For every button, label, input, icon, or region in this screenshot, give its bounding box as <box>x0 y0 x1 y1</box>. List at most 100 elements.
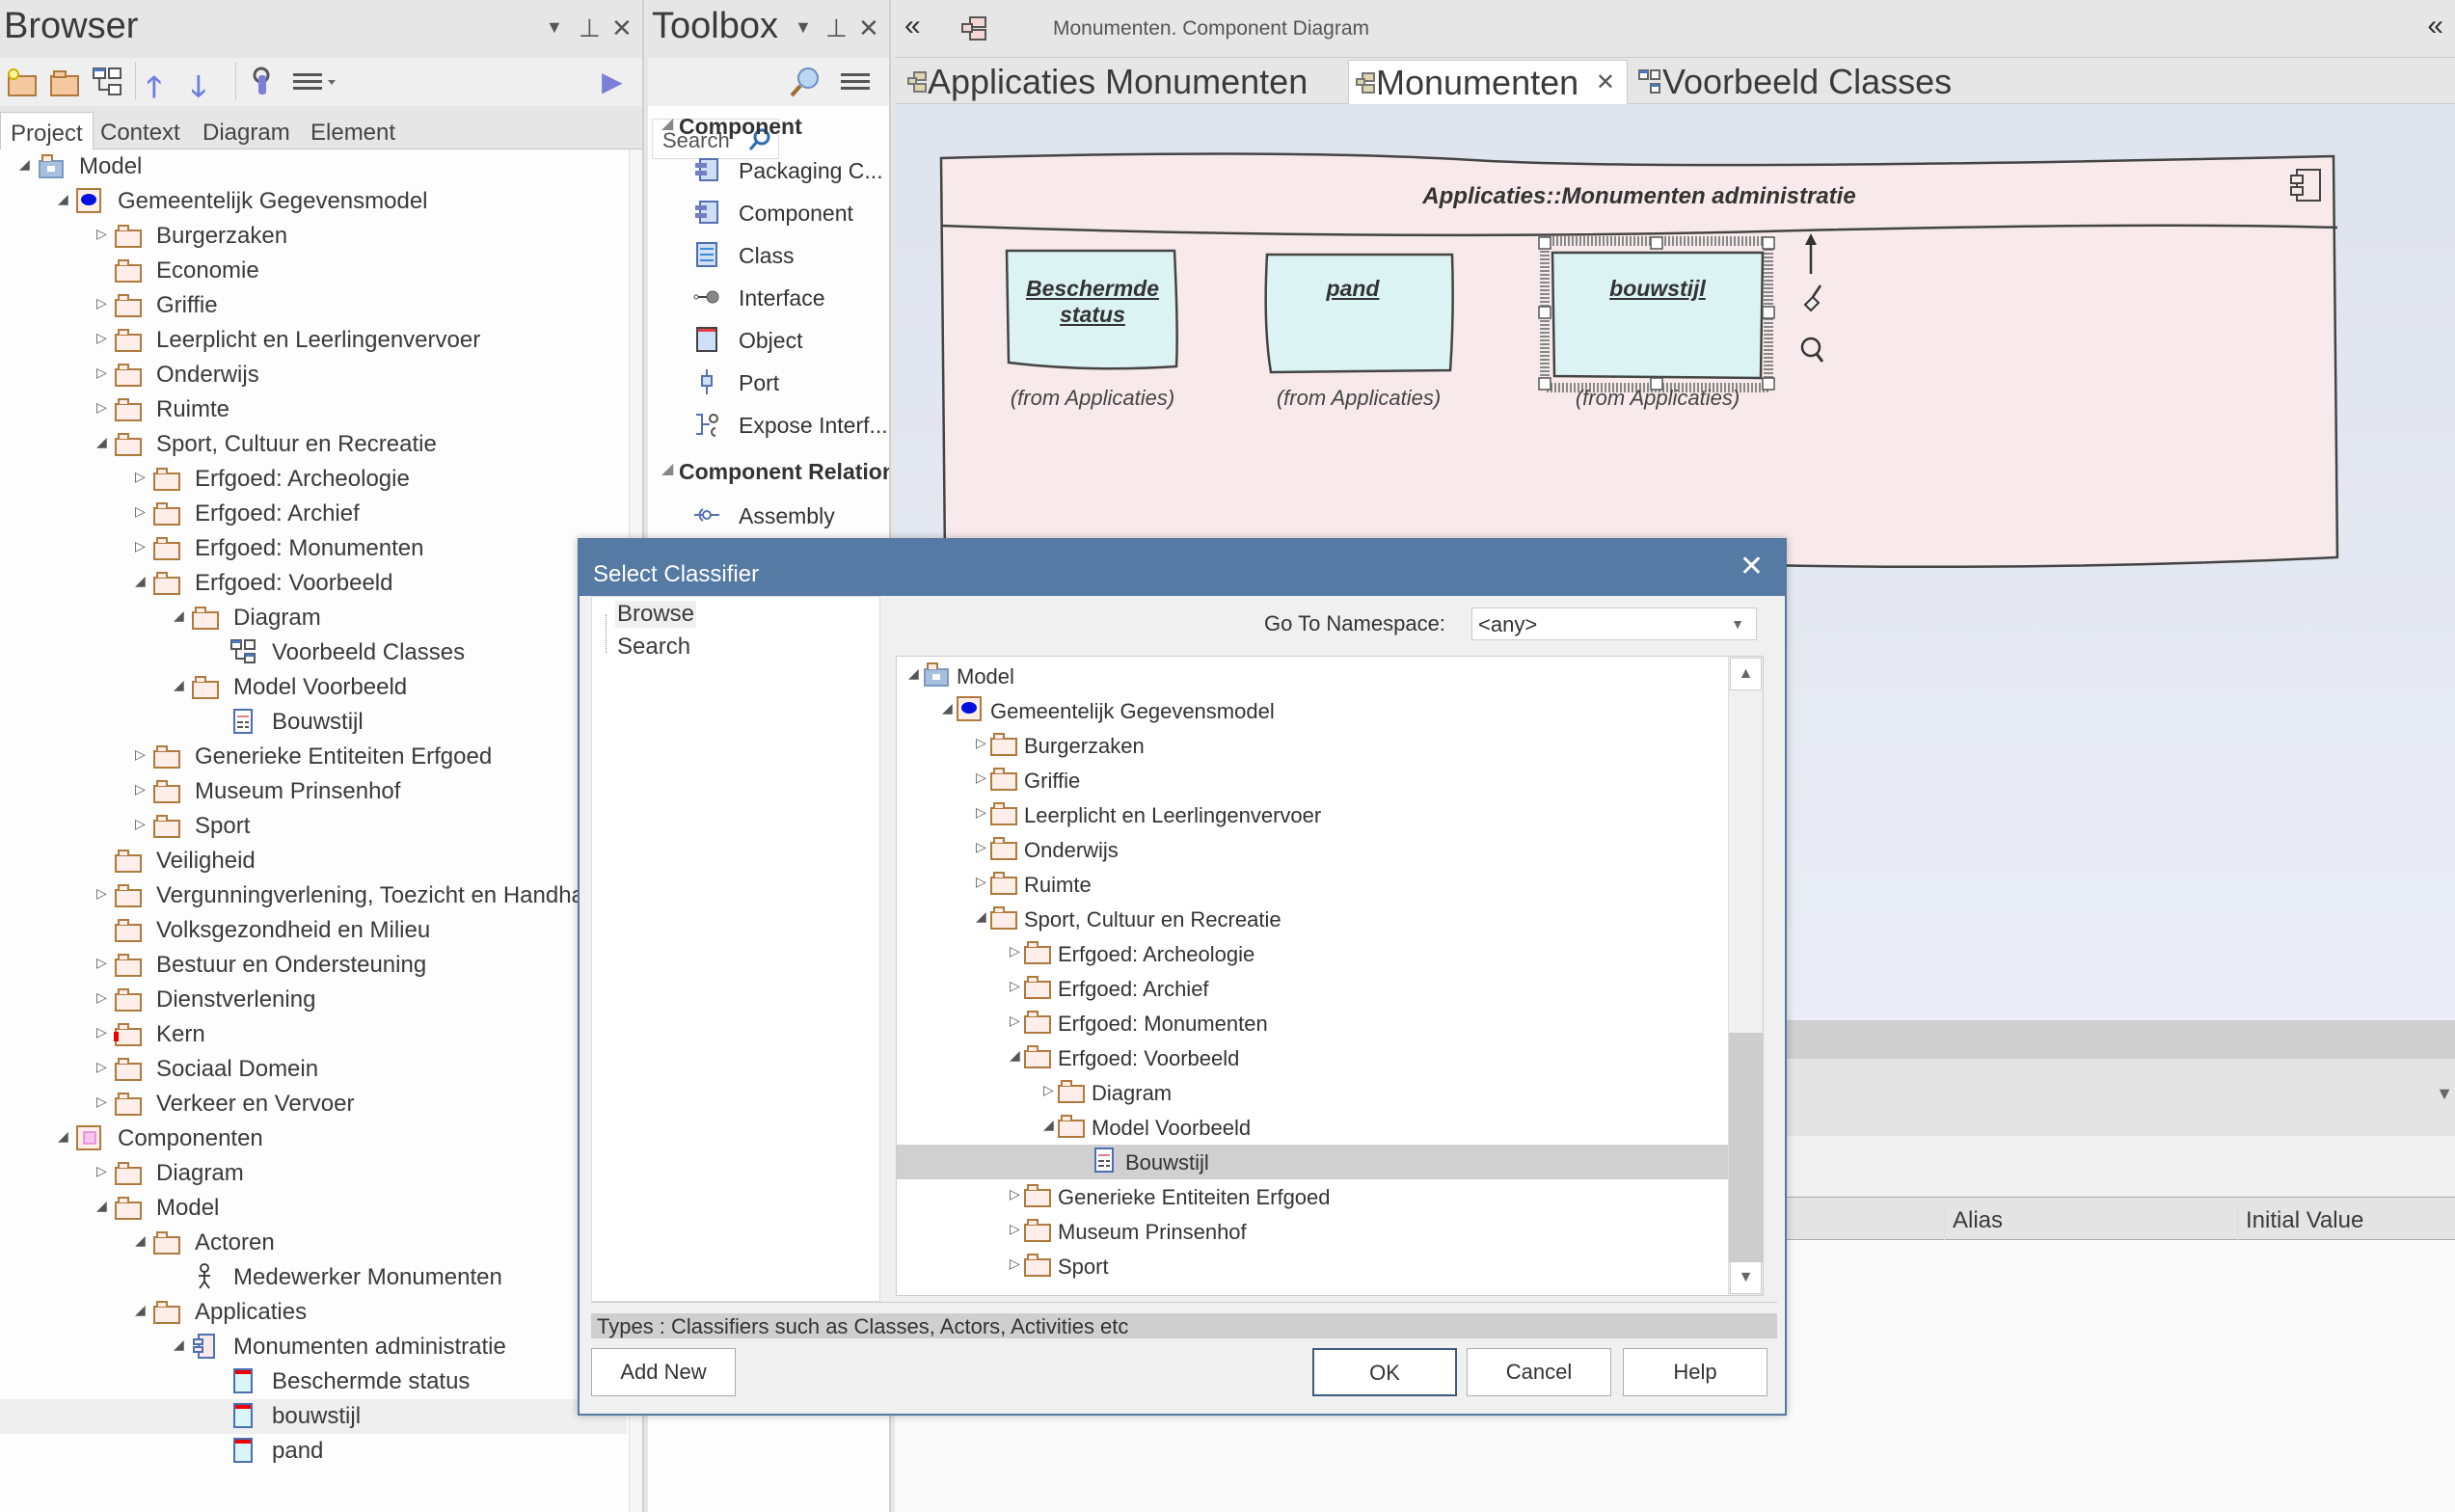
expand-icon[interactable]: ▷ <box>96 886 110 900</box>
tree-item[interactable]: ▷ Dienstverlening <box>0 983 627 1017</box>
tree-item[interactable]: ◢ Monumenten administratie <box>0 1330 627 1364</box>
find-icon[interactable] <box>789 66 822 98</box>
expand-icon[interactable]: ▷ <box>976 736 989 749</box>
tab-project[interactable]: Project <box>0 112 94 149</box>
collapse-icon[interactable]: ◢ <box>135 574 148 587</box>
expand-icon[interactable]: ▷ <box>96 1060 110 1073</box>
classifier-tree-item[interactable]: ▷ Erfgoed: Archief <box>897 971 1728 1006</box>
tree-item[interactable]: ◢ Model Voorbeeld <box>0 670 627 705</box>
expand-icon[interactable]: ▷ <box>135 539 148 553</box>
classifier-tree-item[interactable]: ▷ Griffie <box>897 763 1728 797</box>
tree-item[interactable]: ▷ Erfgoed: Monumenten <box>0 531 627 566</box>
tree-item[interactable]: ▷ Burgerzaken <box>0 219 627 254</box>
toolbox-item[interactable]: Class <box>648 237 889 276</box>
collapse-icon[interactable]: ◢ <box>1043 1118 1057 1131</box>
tree-item[interactable]: Bouwstijl <box>0 705 627 740</box>
collapse-icon[interactable]: ◢ <box>174 608 187 622</box>
pin-icon[interactable]: ⊥ <box>825 14 848 43</box>
classifier-tree-item[interactable]: ◢ Sport, Cultuur en Recreatie <box>897 902 1728 936</box>
tree-item[interactable]: ▷ Verkeer en Vervoer <box>0 1087 627 1121</box>
collapse-icon[interactable]: ◢ <box>661 114 673 133</box>
expand-icon[interactable]: ▷ <box>96 1164 110 1177</box>
collapse-icon[interactable]: ◢ <box>135 1233 148 1247</box>
expand-icon[interactable]: ▷ <box>135 817 148 830</box>
toolbox-item[interactable]: Object <box>648 322 889 361</box>
panel-menu-dropdown-icon[interactable]: ▼ <box>795 17 812 38</box>
collapse-icon[interactable]: ◢ <box>174 678 187 691</box>
toolbox-item[interactable]: Port <box>648 364 889 403</box>
dropdown-icon[interactable]: ▼ <box>2436 1084 2453 1104</box>
locate-icon[interactable] <box>247 66 280 98</box>
object-name[interactable]: Beschermde status <box>991 276 1194 328</box>
add-new-button[interactable]: Add New <box>591 1348 736 1396</box>
tree-item[interactable]: Veiligheid <box>0 844 627 878</box>
expand-icon[interactable]: ▷ <box>96 365 110 379</box>
tree-item[interactable]: ▷ Ruimte <box>0 392 627 427</box>
tree-item[interactable]: pand <box>0 1434 627 1469</box>
tab-element[interactable]: Element <box>301 112 405 149</box>
expand-toolbar-icon[interactable]: ▶ <box>602 66 634 98</box>
classifier-tree-item[interactable]: ◢ Model Voorbeeld <box>897 1110 1728 1145</box>
expand-icon[interactable]: ▷ <box>1010 1222 1023 1235</box>
tree-item[interactable]: ◢ Componenten <box>0 1121 627 1156</box>
tree-item[interactable]: ▷ Bestuur en Ondersteuning <box>0 948 627 983</box>
collapse-icon[interactable]: ◢ <box>96 435 110 448</box>
collapse-icon[interactable]: ◢ <box>661 459 673 478</box>
tree-item[interactable]: ▷ Museum Prinsenhof <box>0 774 627 809</box>
cancel-button[interactable]: Cancel <box>1467 1348 1611 1396</box>
move-down-icon[interactable]: 🡓 <box>191 66 224 103</box>
toolbox-item[interactable]: Packaging C... <box>648 152 889 191</box>
classifier-tree-item[interactable]: ◢ Erfgoed: Voorbeeld <box>897 1040 1728 1075</box>
collapse-icon[interactable]: ◢ <box>96 1199 110 1212</box>
panel-menu-dropdown-icon[interactable]: ▼ <box>546 17 563 38</box>
collapse-icon[interactable]: ◢ <box>908 666 922 680</box>
object-name[interactable]: bouwstijl <box>1556 276 1759 302</box>
collapse-icon[interactable]: ◢ <box>58 1129 71 1143</box>
nav-search[interactable]: Search <box>615 634 692 661</box>
menu-icon[interactable] <box>291 66 336 98</box>
expand-icon[interactable]: ▷ <box>1043 1083 1057 1096</box>
tree-item[interactable]: ▷ Diagram <box>0 1156 627 1191</box>
toolbox-item[interactable]: Expose Interf... <box>648 407 889 446</box>
toolbox-menu-icon[interactable] <box>839 68 872 96</box>
expand-icon[interactable]: ▷ <box>1010 944 1023 958</box>
classifier-tree-item[interactable]: ▷ Ruimte <box>897 867 1728 902</box>
tree-item[interactable]: ◢ Model <box>0 1191 627 1226</box>
expand-icon[interactable]: ▷ <box>135 782 148 796</box>
expand-icon[interactable]: ▷ <box>135 504 148 518</box>
tab-diagram[interactable]: Diagram <box>193 112 300 149</box>
tree-item[interactable]: ▷ Kern <box>0 1017 627 1052</box>
collapse-icon[interactable]: ◢ <box>1010 1048 1023 1062</box>
collapse-icon[interactable]: ◢ <box>976 909 989 923</box>
tab-voorbeeld-classes[interactable]: Voorbeeld Classes <box>1632 60 1957 104</box>
new-package-icon[interactable] <box>6 66 39 98</box>
tab-context[interactable]: Context <box>91 112 190 149</box>
tree-item[interactable]: ◢ Sport, Cultuur en Recreatie <box>0 427 627 462</box>
expand-icon[interactable]: ▷ <box>135 747 148 761</box>
classifier-tree-item[interactable]: ▷ Leerplicht en Leerlingenvervoer <box>897 797 1728 832</box>
expand-icon[interactable]: ▷ <box>96 990 110 1004</box>
close-panel-icon[interactable]: ✕ <box>611 14 633 43</box>
tree-item[interactable]: ▷ Vergunningverlening, Toezicht en Handha… <box>0 878 627 913</box>
collapse-icon[interactable]: ◢ <box>58 192 71 205</box>
tree-item[interactable]: ◢ Actoren <box>0 1226 627 1260</box>
tree-item[interactable]: Voorbeeld Classes <box>0 635 627 670</box>
classifier-tree-item[interactable]: ◢ Gemeentelijk Gegevensmodel <box>897 693 1728 728</box>
pin-icon[interactable]: ⊥ <box>579 14 601 43</box>
collapse-icon[interactable]: ◢ <box>19 157 33 171</box>
move-up-icon[interactable]: 🡑 <box>147 66 179 103</box>
expand-icon[interactable]: ▷ <box>976 840 989 853</box>
expand-icon[interactable]: ▷ <box>96 1025 110 1039</box>
expand-icon[interactable]: ▷ <box>96 400 110 414</box>
scroll-up-icon[interactable]: ▲ <box>1730 658 1762 690</box>
classifier-tree-item[interactable]: ▷ Erfgoed: Monumenten <box>897 1006 1728 1040</box>
expand-icon[interactable]: ▷ <box>1010 979 1023 992</box>
namespace-select[interactable]: <any> ▼ <box>1471 608 1757 640</box>
expand-icon[interactable]: ▷ <box>1010 1013 1023 1027</box>
tree-item[interactable]: ▷ Erfgoed: Archeologie <box>0 462 627 497</box>
tab-applicaties-monumenten[interactable]: Applicaties Monumenten <box>901 60 1313 104</box>
tree-item[interactable]: ▷ Griffie <box>0 288 627 323</box>
expand-icon[interactable]: ▷ <box>96 227 110 240</box>
scroll-thumb[interactable] <box>1729 1033 1763 1262</box>
help-button[interactable]: Help <box>1623 1348 1767 1396</box>
